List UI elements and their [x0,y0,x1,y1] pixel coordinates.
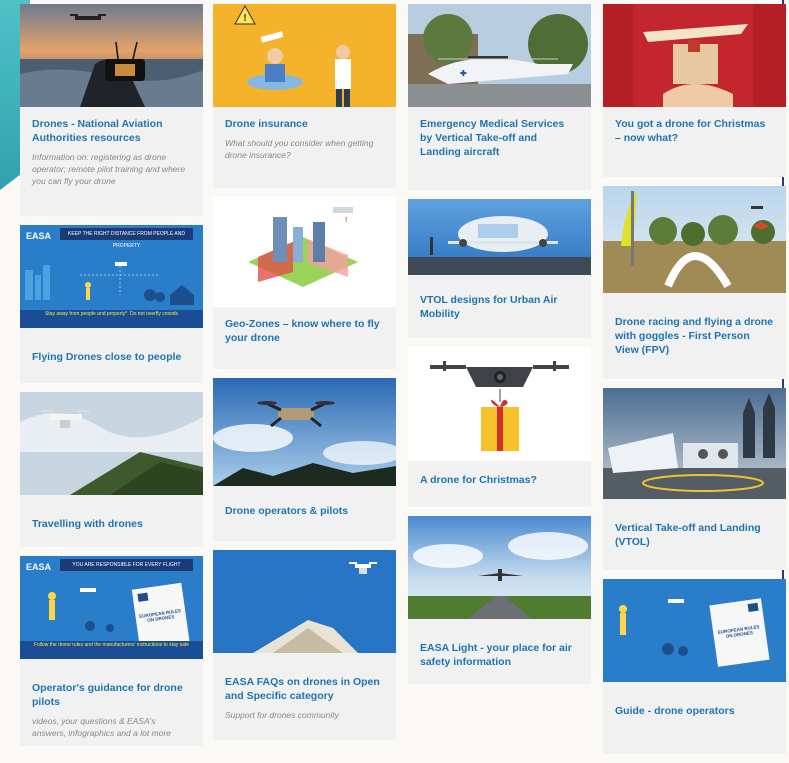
card-description: Support for drones community [225,710,339,720]
card-title[interactable]: A drone for Christmas? [420,473,579,487]
card-guide-drone-operators[interactable]: EUROPEAN RULES ON DRONES Guide - drone o… [603,579,786,754]
card-title[interactable]: Geo-Zones – know where to fly your drone [225,317,384,345]
card-title[interactable]: Drone insurance [225,117,384,131]
card-easa-light[interactable]: EASA Light - your place for air safety i… [408,516,591,684]
card-image-guide-infographic: EUROPEAN RULES ON DRONES [603,579,786,682]
image-bottom-band: Follow the drone rules and the manufactu… [20,641,203,659]
card-easa-faqs[interactable]: EASA FAQs on drones in Open and Specific… [213,550,396,740]
card-flying-close-to-people[interactable]: EASA KEEP THE RIGHT DISTANCE FROM PEOPLE… [20,225,203,383]
column-4: You got a drone for Christmas – now what… [603,4,786,763]
card-image-drone-gift-held [603,4,786,107]
card-image-mountain-sky-drone [213,550,396,653]
card-vtol[interactable]: Vertical Take-off and Landing (VTOL) [603,388,786,570]
card-image-flying-infographic: EASA KEEP THE RIGHT DISTANCE FROM PEOPLE… [20,225,203,328]
card-title[interactable]: EASA FAQs on drones in Open and Specific… [225,675,384,703]
card-title[interactable]: Drone operators & pilots [225,504,384,518]
card-drone-insurance[interactable]: ! Drone insurance What should you consid… [213,4,396,188]
card-title[interactable]: Drones - National Aviation Authorities r… [32,117,191,145]
card-image-drone-sunset [20,4,203,107]
column-3: ✚ Emergency Medical Services by Vertical… [408,4,591,693]
card-title[interactable]: EASA Light - your place for air safety i… [420,641,579,669]
card-image-insurance-illustration: ! [213,4,396,107]
card-description: Information on: registering as drone ope… [32,152,186,186]
card-image-guidance-infographic: EASA YOU ARE RESPONSIBLE FOR EVERY FLIGH… [20,556,203,659]
card-geozones[interactable]: ! Geo-Zones – know where to fly your dro… [213,197,396,369]
card-travelling[interactable]: Travelling with drones [20,392,203,547]
card-title[interactable]: Flying Drones close to people [32,350,191,364]
card-drone-racing-fpv[interactable]: Drone racing and flying a drone with gog… [603,186,786,379]
card-drone-for-christmas[interactable]: A drone for Christmas? [408,347,591,507]
card-title[interactable]: Travelling with drones [32,517,191,531]
card-title[interactable]: Emergency Medical Services by Vertical T… [420,117,579,159]
card-image-geozones-city: ! [213,197,396,307]
card-image-racing-gates [603,186,786,293]
card-image-drone-sky [213,378,396,486]
svg-text:!: ! [345,217,347,224]
column-2: ! Drone insurance What should you consid… [213,4,396,749]
card-image-drone-gift [408,347,591,461]
card-image-vtol-design [408,199,591,275]
card-title[interactable]: Vertical Take-off and Landing (VTOL) [615,521,774,549]
card-image-mountain-drone [20,392,203,495]
card-title[interactable]: Operator's guidance for drone pilots [32,681,191,709]
card-description: What should you consider when getting dr… [225,138,374,160]
card-got-drone-christmas[interactable]: You got a drone for Christmas – now what… [603,4,786,177]
card-image-airplane-runway [408,516,591,619]
card-title[interactable]: VTOL designs for Urban Air Mobility [420,293,579,321]
card-title[interactable]: You got a drone for Christmas – now what… [615,117,774,145]
card-image-ems-aircraft: ✚ [408,4,591,107]
svg-text:!: ! [243,13,246,24]
image-bottom-band: Stay away from people and property*. Do … [20,310,203,328]
card-drones-naa[interactable]: Drones - National Aviation Authorities r… [20,4,203,216]
column-1: Drones - National Aviation Authorities r… [20,4,203,755]
card-description: videos, your questions & EASA's answers,… [32,716,171,738]
card-image-vtol-city [603,388,786,499]
card-ems-vtol[interactable]: ✚ Emergency Medical Services by Vertical… [408,4,591,190]
svg-text:✚: ✚ [460,69,467,78]
card-title[interactable]: Drone racing and flying a drone with gog… [615,315,774,357]
card-vtol-designs[interactable]: VTOL designs for Urban Air Mobility [408,199,591,338]
card-operators-guidance[interactable]: EASA YOU ARE RESPONSIBLE FOR EVERY FLIGH… [20,556,203,746]
card-drone-operators-pilots[interactable]: Drone operators & pilots [213,378,396,541]
card-title[interactable]: Guide - drone operators [615,704,774,718]
